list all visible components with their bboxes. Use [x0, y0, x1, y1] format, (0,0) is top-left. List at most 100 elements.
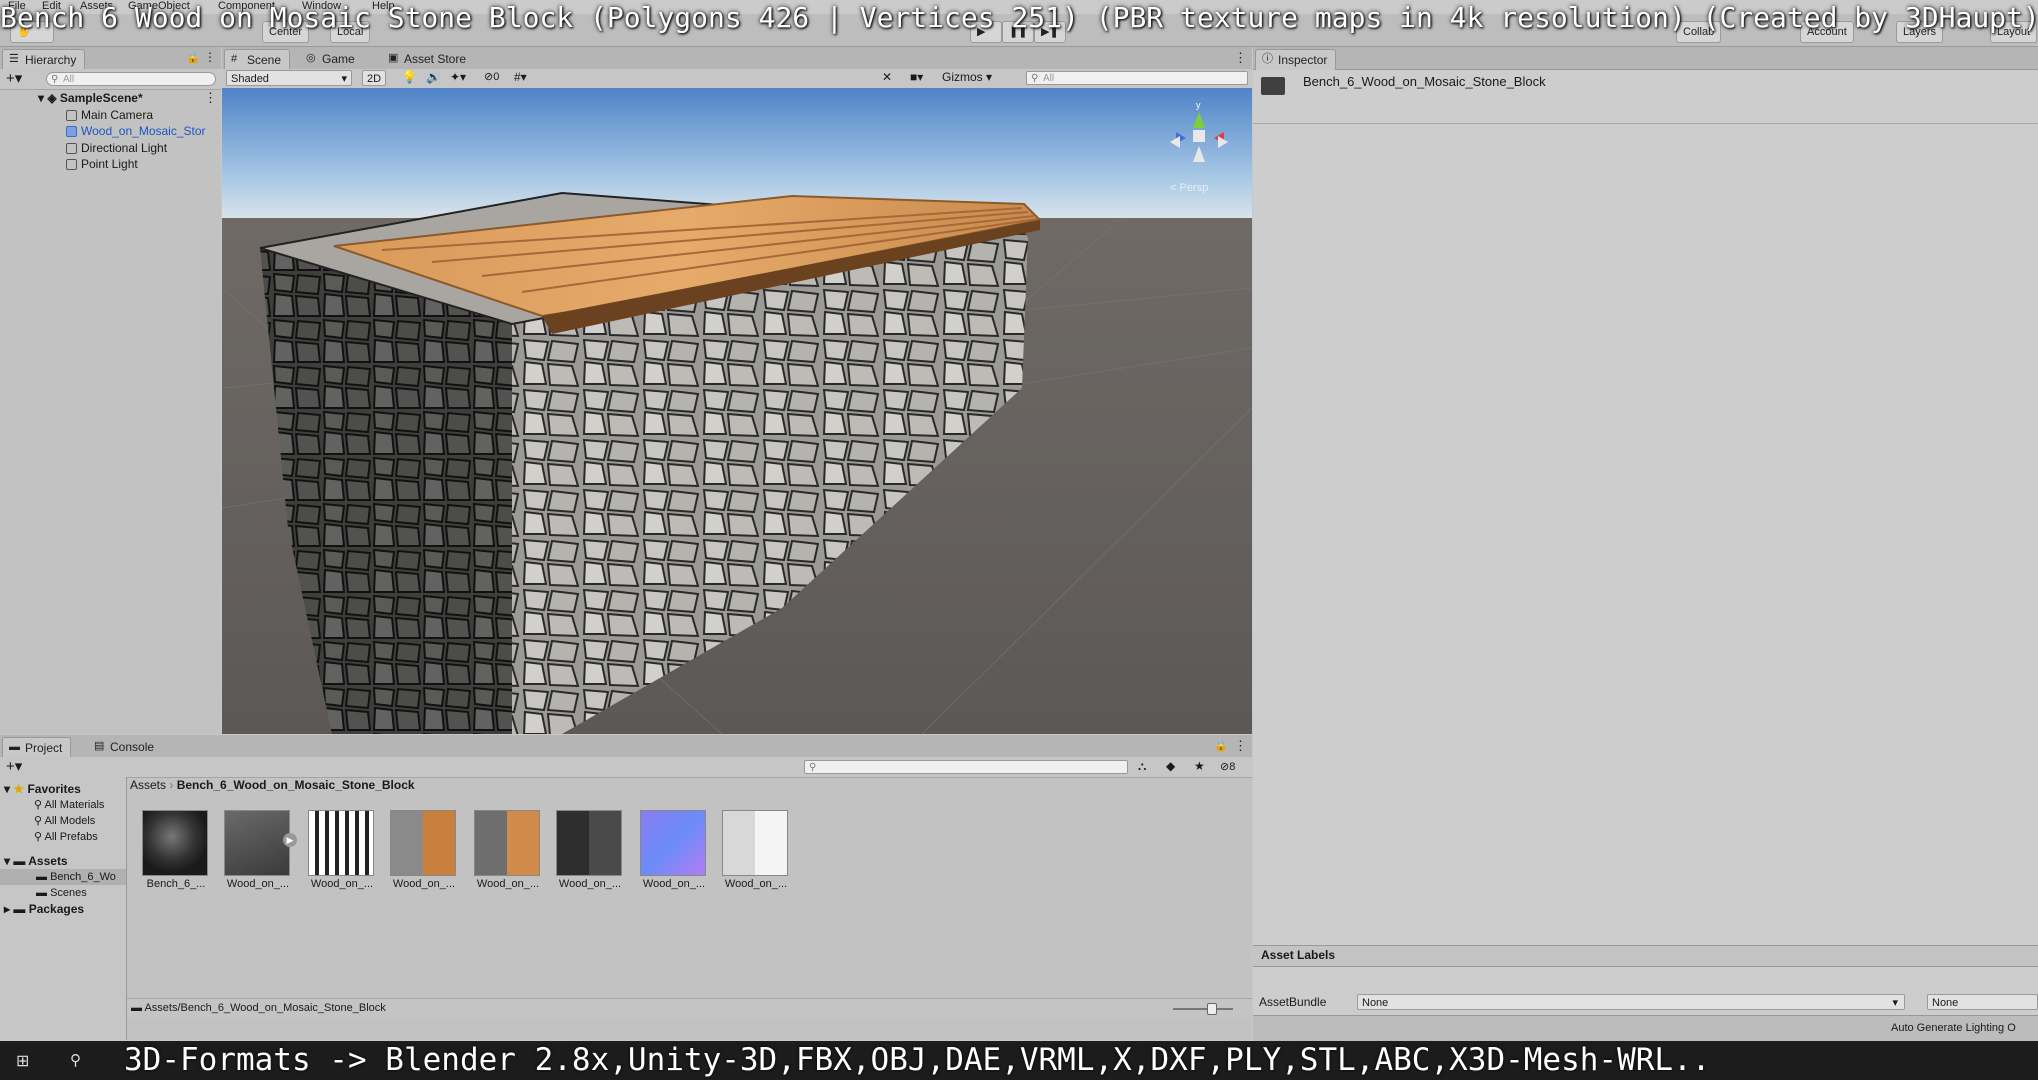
scene-root[interactable]: ▾ ◈ SampleScene* [38, 90, 143, 106]
filter-type-icon[interactable]: ⛬ [1138, 759, 1146, 774]
breadcrumb-current[interactable]: Bench_6_Wood_on_Mosaic_Stone_Block [177, 778, 415, 792]
effects-icon[interactable]: ✦▾ [450, 70, 466, 84]
eye-slash-icon: ⊘ [1220, 761, 1230, 773]
assets-node[interactable]: ▾ ▬ Assets [4, 853, 68, 869]
folder-scenes[interactable]: ▬ Scenes [36, 885, 87, 901]
asset-texture-4[interactable]: Wood_on_... [556, 810, 624, 890]
kebab-menu-icon[interactable]: ⋮ [1234, 50, 1247, 66]
tools-icon[interactable]: ✕ [882, 70, 892, 84]
hierarchy-item-point-light[interactable]: Point Light [66, 156, 138, 172]
expand-arrow-icon: ▾ [4, 854, 14, 868]
tab-asset-store[interactable]: ▣ Asset Store [382, 49, 474, 69]
expand-arrow-icon: ▶ [283, 833, 297, 847]
search-placeholder: All [63, 74, 75, 85]
slider-thumb[interactable] [1207, 1003, 1217, 1015]
favorites-label: Favorites [27, 782, 81, 796]
assetbundle-variant-dropdown[interactable]: None [1927, 994, 2038, 1010]
asset-texture-2[interactable]: Wood_on_... [390, 810, 458, 890]
model-thumbnail: ▶ [224, 810, 297, 876]
video-title-overlay: Bench 6 Wood on Mosaic Stone Block (Poly… [0, 1, 2038, 34]
prefab-icon [66, 126, 77, 137]
item-label: Point Light [81, 157, 138, 171]
lock-icon[interactable]: 🔒 [1214, 739, 1228, 752]
add-icon[interactable]: +▾ [6, 69, 22, 89]
texture-thumbnail [556, 810, 622, 876]
persp-label[interactable]: < Persp [1170, 182, 1208, 194]
tab-game[interactable]: ◎ Game [300, 49, 363, 69]
asset-label: Wood_on_... [724, 878, 788, 890]
folder-icon: ▬ [131, 1002, 145, 1014]
scene-menu-icon[interactable]: ⋮ [204, 90, 217, 106]
tab-label: Scene [247, 53, 282, 67]
camera-icon[interactable]: ■▾ [910, 70, 923, 84]
shading-mode-dropdown[interactable]: Shaded ▾ [226, 70, 352, 86]
info-icon: ⓘ [1262, 53, 1273, 65]
favorites-node[interactable]: ▾ ★ Favorites [4, 781, 81, 797]
orientation-gizmo[interactable]: y [1166, 98, 1236, 178]
thumbnail-size-slider[interactable] [1173, 1008, 1233, 1010]
tab-inspector[interactable]: ⓘ Inspector [1255, 49, 1337, 70]
texture-thumbnail [308, 810, 374, 876]
scene-viewport[interactable]: y < Persp [222, 88, 1252, 734]
hidden-packages-toggle[interactable]: ⊘8 [1220, 760, 1235, 773]
console-icon: ▤ [94, 740, 105, 752]
hierarchy-search-input[interactable]: ⚲ All [46, 72, 216, 86]
gizmos-dropdown[interactable]: Gizmos ▾ [942, 70, 992, 84]
asset-label: Wood_on_... [642, 878, 706, 890]
2d-toggle-button[interactable]: 2D [362, 70, 386, 86]
expand-arrow-icon: ▾ [4, 782, 14, 796]
scene-search-input[interactable]: ⚲ All [1026, 71, 1248, 85]
kebab-menu-icon[interactable]: ⋮ [1234, 738, 1247, 754]
tab-label: Asset Store [404, 52, 467, 66]
status-text: Auto Generate Lighting O [1891, 1022, 2016, 1034]
favorite-all-prefabs[interactable]: ⚲ All Prefabs [34, 829, 98, 845]
tab-label: Project [25, 741, 63, 755]
scene-grid-icon: # [231, 53, 238, 65]
video-caption-overlay: 3D-Formats -> Blender 2.8x,Unity-3D,FBX,… [124, 1042, 1711, 1078]
path-value: Assets/Bench_6_Wood_on_Mosaic_Stone_Bloc… [144, 1002, 386, 1014]
assetbundle-dropdown[interactable]: None ▾ [1357, 994, 1905, 1010]
lighting-icon[interactable]: 💡 [402, 70, 417, 84]
project-search-input[interactable]: ⚲ [804, 760, 1128, 774]
asset-model[interactable]: ▶ Wood_on_... [224, 810, 297, 890]
tab-console[interactable]: ▤ Console [88, 737, 162, 757]
grid-icon[interactable]: #▾ [514, 70, 527, 84]
breadcrumb-root[interactable]: Assets [130, 778, 166, 792]
tab-project[interactable]: ▬ Project [2, 737, 72, 758]
hidden-objects-toggle[interactable]: ⊘0 [484, 70, 499, 83]
asset-labels-header[interactable]: Asset Labels [1253, 945, 2038, 967]
filter-label-icon[interactable]: ◆ [1166, 759, 1175, 773]
folder-bench[interactable]: ▬ Bench_6_Wo [0, 869, 126, 885]
favorite-all-models[interactable]: ⚲ All Models [34, 813, 95, 829]
asset-texture-5[interactable]: Wood_on_... [722, 810, 790, 890]
asset-texture-3[interactable]: Wood_on_... [474, 810, 542, 890]
add-icon[interactable]: +▾ [6, 757, 22, 777]
favorite-all-materials[interactable]: ⚲ All Materials [34, 797, 104, 813]
folder-icon: ▬ [13, 902, 29, 916]
expand-arrow-icon: ▸ [4, 902, 14, 916]
texture-thumbnail [474, 810, 540, 876]
asset-normal-map[interactable]: Wood_on_... [640, 810, 708, 890]
star-icon: ★ [13, 782, 28, 796]
search-icon: ⚲ [34, 799, 45, 811]
hierarchy-item-directional-light[interactable]: Directional Light [66, 140, 167, 156]
item-label: All Prefabs [44, 831, 98, 843]
hierarchy-item-main-camera[interactable]: Main Camera [66, 107, 153, 123]
kebab-menu-icon[interactable]: ⋮ [204, 50, 216, 64]
lock-icon[interactable]: 🔒 [186, 51, 200, 64]
asset-label: Bench_6_... [146, 878, 206, 890]
dropdown-value: None [1362, 997, 1389, 1009]
tab-scene[interactable]: # Scene [224, 49, 291, 70]
asset-texture-1[interactable]: Wood_on_... [308, 810, 376, 890]
asset-material[interactable]: Bench_6_... [142, 810, 210, 890]
tab-hierarchy[interactable]: ☰ Hierarchy [2, 49, 86, 70]
tab-label: Hierarchy [25, 53, 77, 67]
hierarchy-item-wood-on-mosaic[interactable]: Wood_on_Mosaic_Stor [66, 123, 206, 139]
audio-icon[interactable]: 🔊 [426, 70, 441, 84]
chevron-down-icon: ▾ [1892, 997, 1898, 1009]
star-icon[interactable]: ★ [1194, 759, 1205, 773]
item-label: Scenes [50, 887, 87, 899]
texture-thumbnail [390, 810, 456, 876]
project-path-bar: ▬ Assets/Bench_6_Wood_on_Mosaic_Stone_Bl… [127, 998, 1252, 1019]
packages-node[interactable]: ▸ ▬ Packages [4, 901, 84, 917]
